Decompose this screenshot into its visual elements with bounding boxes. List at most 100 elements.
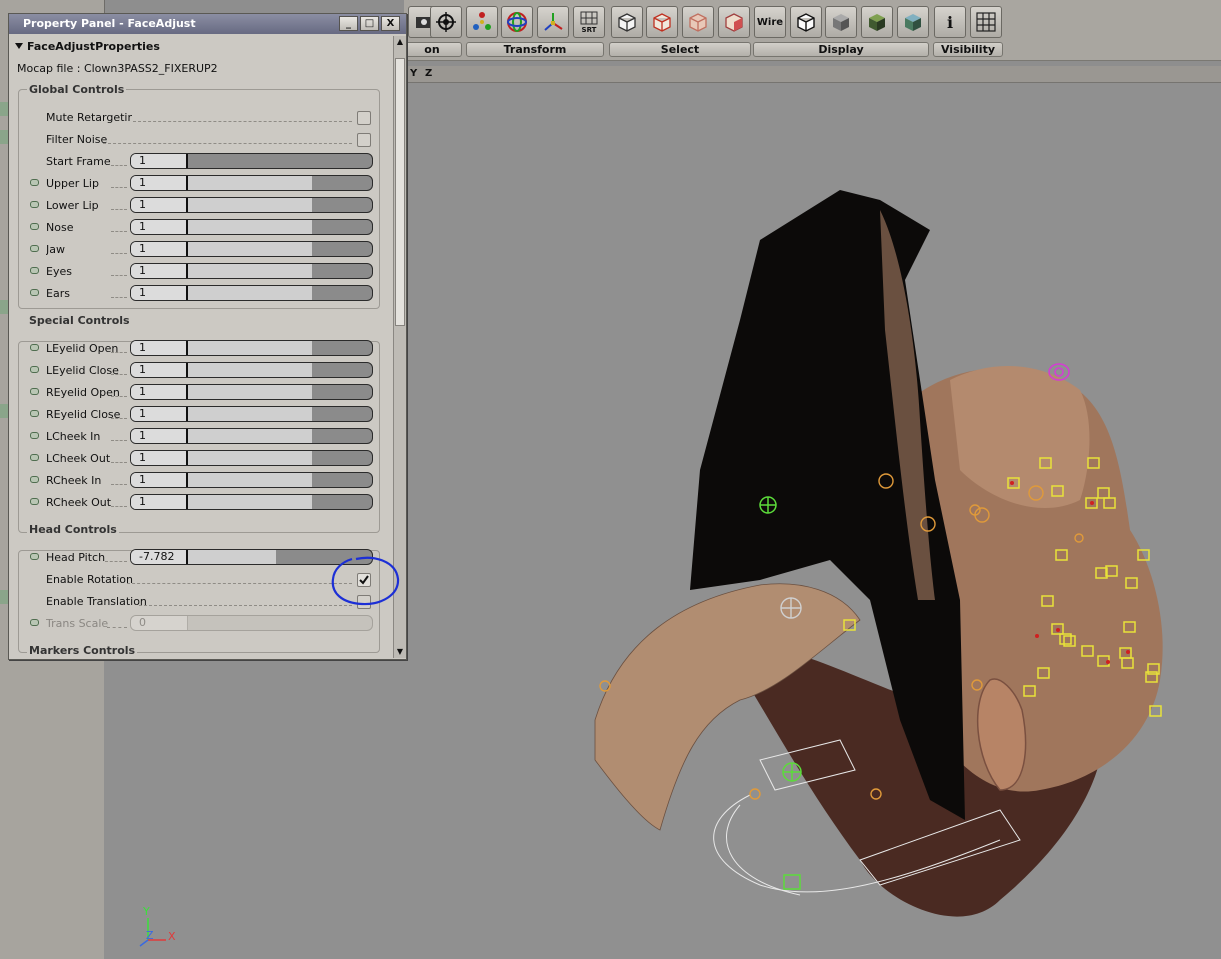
value-slider[interactable]: 1 [130,241,373,257]
minimize-button[interactable]: _ [339,16,358,31]
value-slider[interactable]: 1 [130,494,373,510]
keyframe-led[interactable] [30,179,39,186]
keyframe-led[interactable] [30,366,39,373]
slider-value[interactable]: 1 [131,341,188,355]
keyframe-led[interactable] [30,289,39,296]
close-button[interactable]: X [381,16,400,31]
tab-display[interactable]: Display [753,42,929,57]
strip-tab[interactable] [0,130,8,144]
keyframe-led[interactable] [30,619,39,626]
slider-row: RCheek In 1 [11,470,391,492]
group-title-global: Global Controls [27,83,127,96]
toolbar-button-cube-shaded[interactable] [825,6,857,38]
tab-visibility[interactable]: Visibility [933,42,1003,57]
keyframe-led[interactable] [30,344,39,351]
toolbar-button-cube-red-edges[interactable] [646,6,678,38]
slider-label: Eyes [46,265,72,278]
slider-value[interactable]: 1 [131,385,188,399]
value-slider[interactable]: 1 [130,406,373,422]
keyframe-led[interactable] [30,553,39,560]
tab-label: Select [660,43,700,56]
toolbar-button-nodes[interactable] [466,6,498,38]
keyframe-led[interactable] [30,476,39,483]
value-slider[interactable]: 1 [130,362,373,378]
strip-tab[interactable] [0,102,8,116]
keyframe-led[interactable] [30,245,39,252]
leader-dots [127,583,352,584]
slider-label: REyelid Close [46,408,121,421]
slider-value[interactable]: 1 [131,264,188,278]
slider-value[interactable]: 1 [131,451,188,465]
slider-value[interactable]: 1 [131,495,188,509]
mute-retargeting-checkbox[interactable] [357,111,371,125]
toolbar-button-wire[interactable]: Wire [754,6,786,38]
cube-shaded-icon [833,14,849,31]
keyframe-led[interactable] [30,410,39,417]
leader-dots [133,121,352,122]
value-slider[interactable]: 1 [130,340,373,356]
viewer-toolbar: SRT Wire i on Transform Select Display V… [402,0,1221,61]
value-slider[interactable]: 1 [130,263,373,279]
strip-tab[interactable] [0,404,8,418]
value-slider[interactable]: 1 [130,384,373,400]
enable-rotation-label: Enable Rotation [46,573,133,586]
slider-value[interactable]: 1 [131,242,188,256]
toolbar-button-target[interactable] [430,6,462,38]
toolbar-button-scale[interactable] [537,6,569,38]
tab-navigation[interactable]: on [402,42,462,57]
keyframe-led[interactable] [30,223,39,230]
keyframe-led[interactable] [30,201,39,208]
slider-value[interactable]: 1 [131,220,188,234]
toolbar-button-grid[interactable] [970,6,1002,38]
value-slider[interactable]: 1 [130,197,373,213]
toolbar-button-info[interactable]: i [934,6,966,38]
toolbar-button-cube-tinted[interactable] [682,6,714,38]
value-slider[interactable]: 1 [130,285,373,301]
filter-noise-checkbox[interactable] [357,133,371,147]
head-pitch-value[interactable]: -7.782 [131,550,188,564]
value-slider[interactable]: 1 [130,472,373,488]
toolbar-button-srt[interactable]: SRT [573,6,605,38]
keyframe-led[interactable] [30,388,39,395]
keyframe-led[interactable] [30,267,39,274]
keyframe-led[interactable] [30,432,39,439]
strip-tab[interactable] [0,590,8,604]
slider-value[interactable]: 1 [131,286,188,300]
scroll-thumb[interactable] [395,58,405,326]
value-slider[interactable]: 1 [130,153,373,169]
axis-y-label[interactable]: Y [410,68,417,79]
toolbar-button-cube-face[interactable] [718,6,750,38]
maximize-button[interactable]: □ [360,16,379,31]
slider-row: LEyelid Open 1 [11,338,391,360]
slider-value[interactable]: 1 [131,363,188,377]
slider-value[interactable]: 1 [131,407,188,421]
toolbar-button-cube-textured-lit[interactable] [897,6,929,38]
scroll-up-arrow-icon[interactable]: ▲ [394,36,406,48]
axis-z-label[interactable]: Z [425,68,432,79]
slider-value[interactable]: 1 [131,429,188,443]
scroll-down-arrow-icon[interactable]: ▼ [394,646,406,658]
keyframe-led[interactable] [30,454,39,461]
strip-tab[interactable] [0,300,8,314]
value-slider[interactable]: 1 [130,428,373,444]
toolbar-button-cube-white[interactable] [790,6,822,38]
enable-translation-label: Enable Translation [46,595,147,608]
tab-transform[interactable]: Transform [466,42,604,57]
value-slider[interactable]: 1 [130,175,373,191]
slider-row: REyelid Open 1 [11,382,391,404]
keyframe-led[interactable] [30,498,39,505]
collapse-triangle-icon[interactable] [15,43,23,49]
slider-value[interactable]: 1 [131,198,188,212]
value-slider[interactable]: 1 [130,219,373,235]
value-slider[interactable]: 1 [130,450,373,466]
toolbar-button-rotate[interactable] [501,6,533,38]
panel-titlebar[interactable]: Property Panel - FaceAdjust _ □ X [9,14,406,34]
slider-value[interactable]: 1 [131,176,188,190]
leader-dots [111,352,127,353]
properties-section-header[interactable]: FaceAdjustProperties [15,40,160,53]
toolbar-button-cube-textured[interactable] [861,6,893,38]
toolbar-button-bbox[interactable] [611,6,643,38]
tab-select[interactable]: Select [609,42,751,57]
slider-value[interactable]: 1 [131,473,188,487]
slider-value[interactable]: 1 [131,154,188,168]
